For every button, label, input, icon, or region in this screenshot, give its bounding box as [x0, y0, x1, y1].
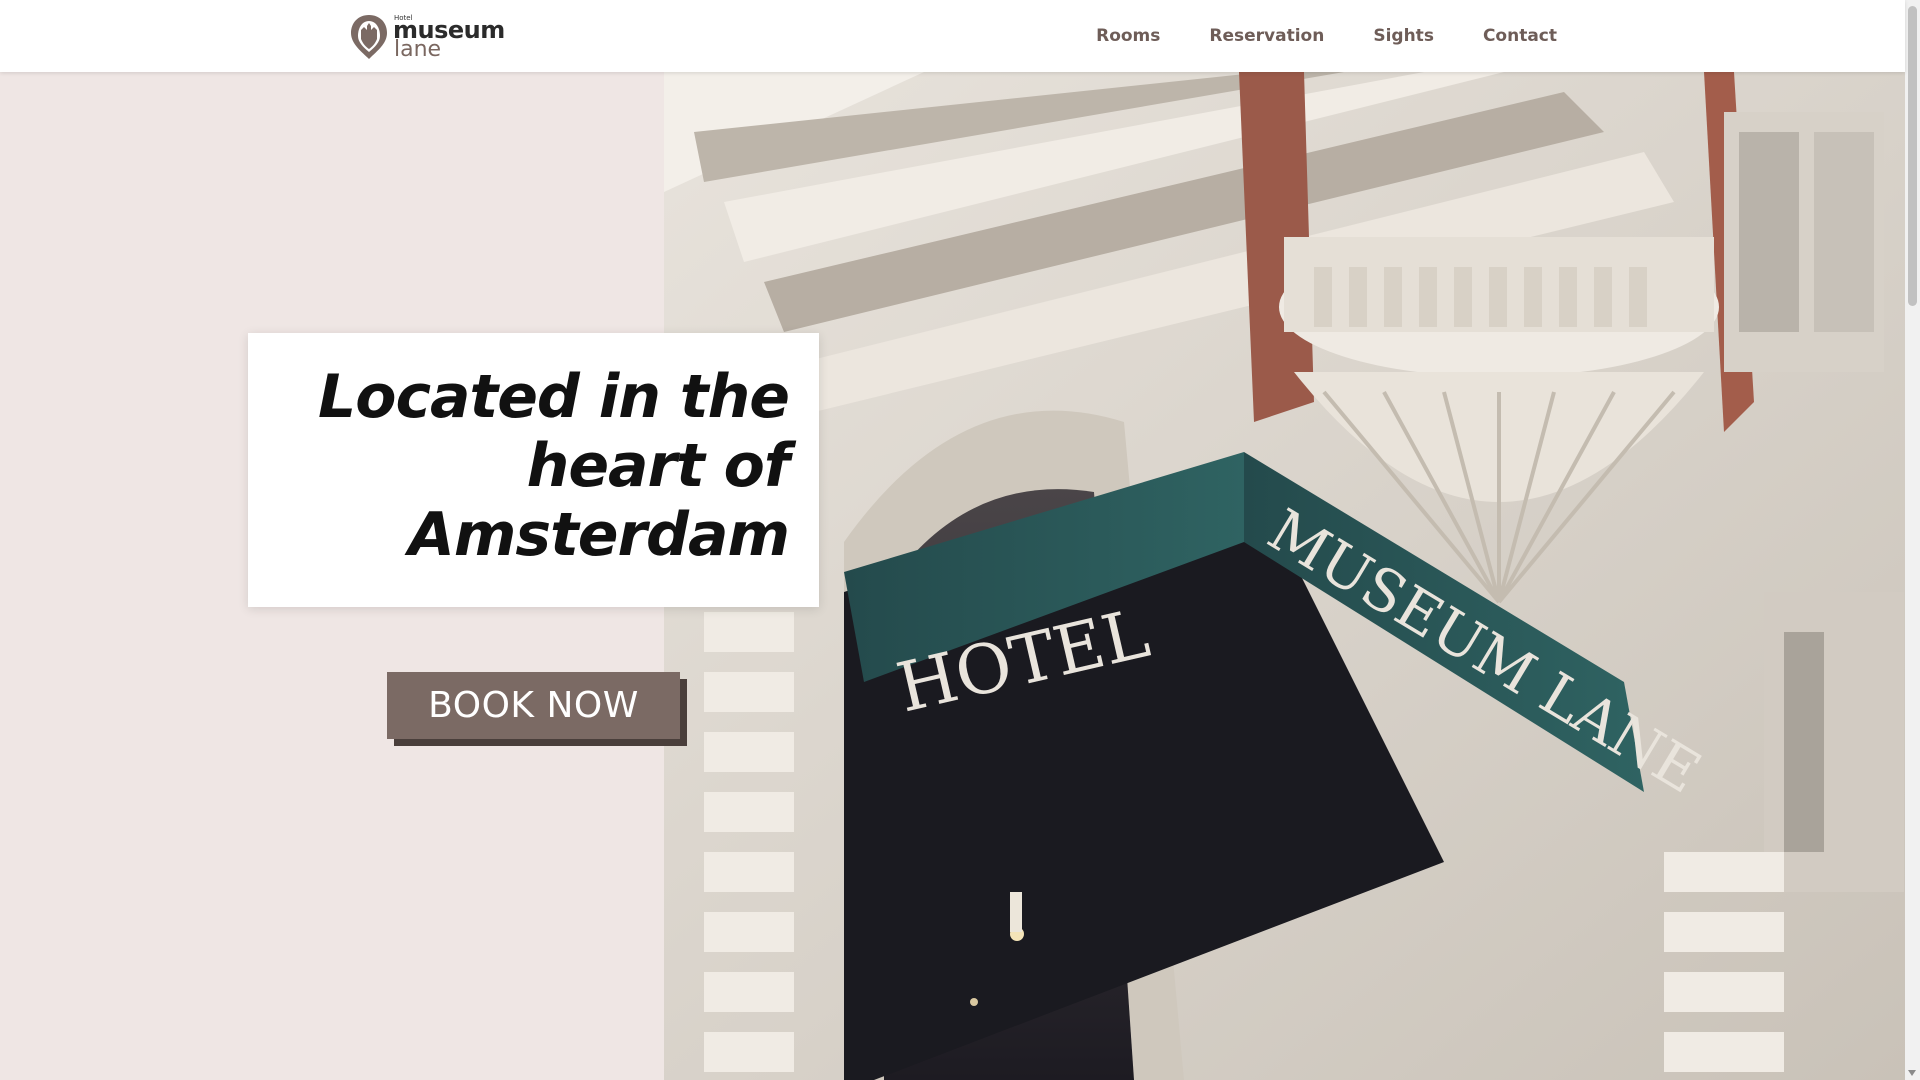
nav-item-sights[interactable]: Sights — [1373, 26, 1434, 46]
hero-photo: HOTEL MUSEUM LANE — [664, 72, 1905, 1080]
logo-sub-text: lane — [394, 37, 442, 62]
site-header: Hotel museum lane Rooms Reservation Sigh… — [0, 0, 1905, 72]
hotel-facade-illustration: HOTEL MUSEUM LANE — [664, 72, 1905, 1080]
book-now-button[interactable]: BOOK NOW — [387, 672, 680, 739]
headline-line-2: heart of — [526, 431, 790, 501]
headline-card: Located in the heart of Amsterdam — [248, 333, 819, 607]
hotel-logo[interactable]: Hotel museum lane — [350, 12, 505, 62]
headline-line-3: Amsterdam — [408, 500, 790, 570]
main-nav: Rooms Reservation Sights Contact — [1096, 0, 1557, 72]
scroll-down-arrow-icon[interactable] — [1908, 1070, 1916, 1076]
nav-item-reservation[interactable]: Reservation — [1209, 26, 1324, 46]
scrollbar-thumb[interactable] — [1908, 6, 1917, 306]
nav-item-contact[interactable]: Contact — [1483, 26, 1557, 46]
page-scrollbar[interactable] — [1905, 0, 1920, 1080]
map-pin-icon — [351, 15, 387, 59]
headline-line-1: Located in the — [318, 362, 790, 432]
nav-item-rooms[interactable]: Rooms — [1096, 26, 1160, 46]
